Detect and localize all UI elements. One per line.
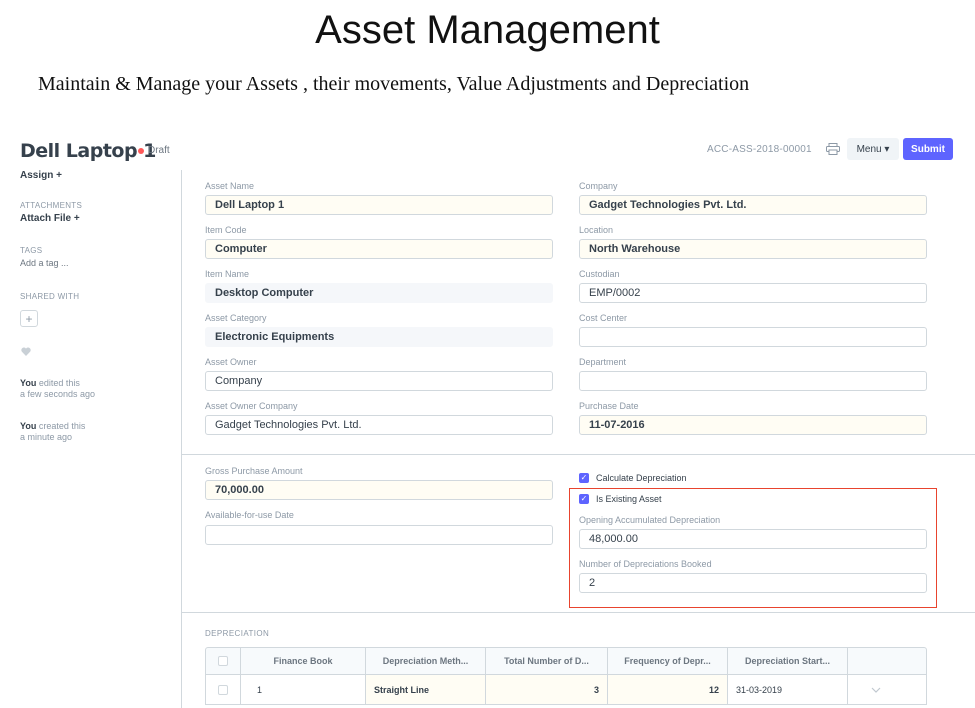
asset-owner-field[interactable]: Company <box>205 371 553 391</box>
slide-subtitle: Maintain & Manage your Assets , their mo… <box>38 73 750 95</box>
row-select-cell[interactable] <box>206 675 241 704</box>
available-for-use-date-label: Available-for-use Date <box>205 510 294 520</box>
asset-owner-company-field[interactable]: Gadget Technologies Pvt. Ltd. <box>205 415 553 435</box>
chevron-down-icon[interactable] <box>871 687 881 693</box>
shared-with-heading: SHARED WITH <box>20 292 80 301</box>
item-code-field[interactable]: Computer <box>205 239 553 259</box>
check-icon: ✓ <box>579 494 589 504</box>
status-dot-icon <box>138 147 144 154</box>
calculate-depreciation-label: Calculate Depreciation <box>596 473 687 483</box>
opening-accumulated-depreciation-label: Opening Accumulated Depreciation <box>579 515 721 525</box>
purchase-date-field[interactable]: 11-07-2016 <box>579 415 927 435</box>
department-field[interactable] <box>579 371 927 391</box>
activity-action: edited this <box>36 378 80 388</box>
row-edit-cell[interactable] <box>848 675 903 704</box>
finance-book-cell[interactable] <box>266 675 366 704</box>
like-heart-icon[interactable] <box>21 347 31 356</box>
available-for-use-date-field[interactable] <box>205 525 553 545</box>
total-depreciations-cell[interactable]: 3 <box>486 675 608 704</box>
print-icon[interactable] <box>826 143 840 155</box>
number-of-depreciations-booked-label: Number of Depreciations Booked <box>579 559 712 569</box>
is-existing-asset-checkbox[interactable]: ✓ Is Existing Asset <box>579 494 662 504</box>
item-code-label: Item Code <box>205 225 247 235</box>
slide-title: Asset Management <box>315 8 660 52</box>
menu-button[interactable]: Menu ▾ <box>847 138 899 160</box>
section-divider <box>181 454 975 455</box>
asset-category-label: Asset Category <box>205 313 267 323</box>
item-name-field: Desktop Computer <box>205 283 553 303</box>
activity-user: You <box>20 378 37 388</box>
custodian-label: Custodian <box>579 269 620 279</box>
assign-link[interactable]: Assign + <box>20 170 62 181</box>
is-existing-asset-label: Is Existing Asset <box>596 494 662 504</box>
page-header: Dell Laptop 1 Draft ACC-ASS-2018-00001 M… <box>0 130 975 170</box>
custodian-field[interactable]: EMP/0002 <box>579 283 927 303</box>
location-label: Location <box>579 225 614 235</box>
opening-accumulated-depreciation-field[interactable]: 48,000.00 <box>579 529 927 549</box>
activity-time: a few seconds ago <box>20 389 96 399</box>
gross-purchase-amount-field[interactable]: 70,000.00 <box>205 480 553 500</box>
depreciation-method-cell[interactable]: Straight Line <box>366 675 486 704</box>
row-checkbox[interactable] <box>218 684 228 695</box>
document-title: Dell Laptop 1 <box>20 140 156 162</box>
attach-file-link[interactable]: Attach File + <box>20 213 80 224</box>
activity-time: a minute ago <box>20 432 73 442</box>
submit-button[interactable]: Submit <box>903 138 953 160</box>
company-label: Company <box>579 181 618 191</box>
activity-action: created this <box>36 421 86 431</box>
status-indicator: Draft <box>138 145 170 156</box>
add-tag-link[interactable]: Add a tag ... <box>20 258 69 268</box>
table-row[interactable]: 1 Straight Line 3 12 31-03-2019 <box>205 675 927 705</box>
asset-name-label: Asset Name <box>205 181 255 191</box>
asset-owner-label: Asset Owner <box>205 357 257 367</box>
depreciation-grid: Finance Book Depreciation Meth... Total … <box>205 647 927 705</box>
depreciation-section-heading: DEPRECIATION <box>205 629 270 638</box>
check-icon: ✓ <box>579 473 589 483</box>
grid-header-row: Finance Book Depreciation Meth... Total … <box>205 647 927 675</box>
location-field[interactable]: North Warehouse <box>579 239 927 259</box>
activity-item: You created this a minute ago <box>20 421 85 443</box>
grid-column-header[interactable]: Finance Book <box>241 648 366 674</box>
grid-select-all-cell[interactable] <box>206 648 241 674</box>
calculate-depreciation-checkbox[interactable]: ✓ Calculate Depreciation <box>579 473 687 483</box>
document-id: ACC-ASS-2018-00001 <box>707 144 812 155</box>
purchase-date-label: Purchase Date <box>579 401 639 411</box>
cost-center-label: Cost Center <box>579 313 628 323</box>
select-all-checkbox[interactable] <box>218 656 228 666</box>
share-add-button[interactable]: + <box>20 310 38 327</box>
item-name-label: Item Name <box>205 269 250 279</box>
section-divider <box>181 612 975 613</box>
gross-purchase-amount-label: Gross Purchase Amount <box>205 466 303 476</box>
asset-owner-company-label: Asset Owner Company <box>205 401 298 411</box>
grid-column-header[interactable]: Total Number of D... <box>486 648 608 674</box>
depreciation-start-cell[interactable]: 31-03-2019 <box>728 675 848 704</box>
asset-name-field[interactable]: Dell Laptop 1 <box>205 195 553 215</box>
activity-item: You edited this a few seconds ago <box>20 378 95 400</box>
activity-user: You <box>20 421 37 431</box>
tags-heading: TAGS <box>20 246 43 255</box>
company-field[interactable]: Gadget Technologies Pvt. Ltd. <box>579 195 927 215</box>
asset-category-field: Electronic Equipments <box>205 327 553 347</box>
attachments-heading: ATTACHMENTS <box>20 201 83 210</box>
status-label: Draft <box>148 145 170 156</box>
grid-column-header-edit <box>848 648 903 674</box>
grid-column-header[interactable]: Depreciation Meth... <box>366 648 486 674</box>
department-label: Department <box>579 357 627 367</box>
frequency-cell[interactable]: 12 <box>608 675 728 704</box>
grid-column-header[interactable]: Depreciation Start... <box>728 648 848 674</box>
number-of-depreciations-booked-field[interactable]: 2 <box>579 573 927 593</box>
grid-column-header[interactable]: Frequency of Depr... <box>608 648 728 674</box>
cost-center-field[interactable] <box>579 327 927 347</box>
row-index: 1 <box>256 684 262 695</box>
